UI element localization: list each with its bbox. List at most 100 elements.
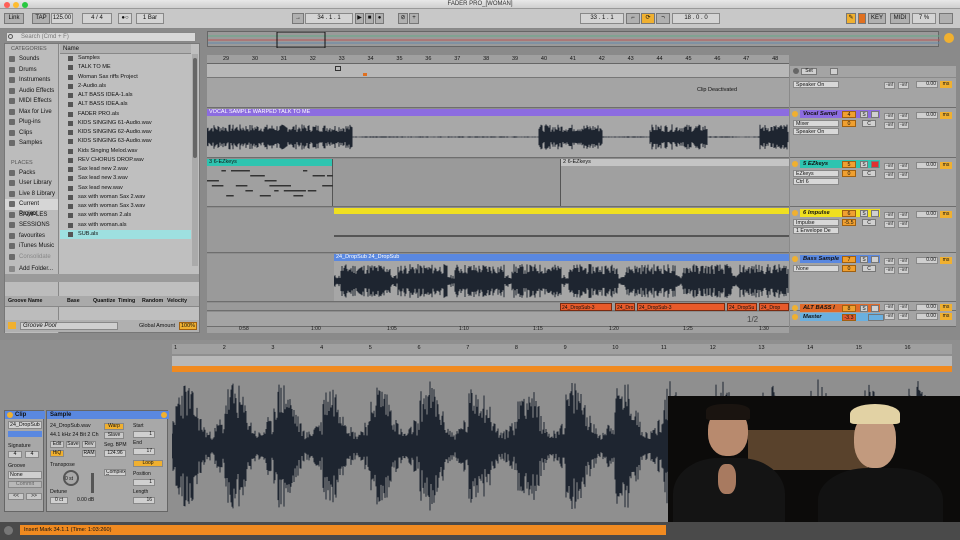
track-volume[interactable]: 0 — [842, 170, 856, 177]
track-volume[interactable]: 0 — [842, 265, 856, 272]
file-item[interactable]: sax with woman 2.als — [60, 211, 191, 220]
arrangement-overview[interactable] — [207, 31, 940, 48]
tempo-field[interactable]: 125.00 — [51, 13, 73, 24]
category-plug-ins[interactable]: Plug-ins — [5, 117, 58, 128]
edit-button[interactable]: Edit — [50, 441, 64, 448]
alt-bass-clip[interactable]: 24_Drop — [759, 303, 789, 311]
detune-field[interactable]: 0 ct — [50, 497, 68, 504]
delay-value[interactable]: 0.00 — [916, 81, 938, 88]
file-item[interactable]: Woman Sax riffs Project — [60, 73, 191, 82]
groove-col-header[interactable]: Timing — [118, 298, 135, 304]
song-position-field[interactable]: 34 . 1 . 1 — [305, 13, 353, 24]
arm-record-icon[interactable] — [871, 256, 879, 263]
track-name[interactable]: Bass Sample — [800, 255, 880, 263]
category-samples[interactable]: Samples — [5, 138, 58, 149]
ezkeys-clip-2[interactable]: 2 6-EZkeys — [560, 159, 789, 206]
arrangement-view[interactable]: Clip Deactivated VOCAL SAMPLE WARPED TAL… — [206, 78, 789, 327]
clip-activator-icon[interactable] — [7, 412, 13, 418]
solo-button[interactable]: S — [860, 256, 868, 263]
link-button[interactable]: Link — [4, 13, 24, 24]
file-item[interactable]: FADER PRO.als — [60, 110, 191, 119]
bass-clip[interactable]: 24_DropSub 24_DropSub — [333, 254, 789, 301]
gain-slider[interactable] — [91, 473, 94, 493]
loop-length-field[interactable]: 18 . 0 . 0 — [672, 13, 720, 24]
solo-button[interactable]: S — [860, 161, 868, 168]
track-activator-icon[interactable] — [792, 305, 798, 311]
track-volume[interactable]: -5.5 — [842, 219, 856, 226]
input-type-select[interactable]: Speaker On — [793, 81, 839, 88]
overview-toggle-icon[interactable] — [944, 33, 954, 43]
punch-in-icon[interactable]: ⌐ — [626, 13, 640, 24]
place-consolidate[interactable]: Consolidate — [5, 252, 58, 263]
input-channel-select[interactable]: Speaker On — [793, 128, 839, 135]
warp-mode-select[interactable]: Complex P — [104, 469, 126, 476]
groove-col-header[interactable]: Quantize — [93, 298, 115, 304]
category-drums[interactable]: Drums — [5, 65, 58, 76]
alt-bass-clip[interactable]: 24_Dro — [615, 303, 635, 311]
groove-col-header[interactable]: Base — [67, 298, 80, 304]
file-item[interactable]: 2-Audio.als — [60, 82, 191, 91]
sample-settings-icon[interactable] — [161, 412, 167, 418]
file-item[interactable]: SUB.als — [60, 229, 191, 239]
global-amount-value[interactable]: 100% — [179, 322, 197, 330]
draw-mode-icon[interactable]: ✎ — [846, 13, 856, 24]
hiq-button[interactable]: HiQ — [50, 450, 64, 457]
follow-icon[interactable]: → — [292, 13, 304, 24]
category-sounds[interactable]: Sounds — [5, 54, 58, 65]
track-name[interactable]: ALT BASS I — [800, 304, 880, 312]
delay-value[interactable]: 0.00 — [916, 162, 938, 169]
file-item[interactable]: ALT BASS IDEA.als — [60, 100, 191, 109]
place-current-project[interactable]: Current Project — [5, 199, 58, 217]
file-item[interactable]: sax with woman.als — [60, 221, 191, 230]
solo-button[interactable]: S — [860, 210, 868, 217]
place-samples[interactable]: SAMPLES — [5, 210, 58, 221]
set-button[interactable]: Set — [801, 68, 817, 75]
input-channel-select[interactable]: 1 Envelope De — [793, 227, 839, 234]
ezkeys-clip-1[interactable]: 3 6-EZkeys — [207, 159, 339, 206]
vocal-clip[interactable]: VOCAL SAMPLE WARPED TALK TO ME — [206, 109, 789, 157]
locator-lane[interactable] — [207, 64, 789, 78]
input-channel-select[interactable]: Ctrl 6 — [793, 178, 839, 185]
file-item[interactable]: REV CHORUS DROP.wav — [60, 156, 191, 165]
place-sessions[interactable]: SESSIONS — [5, 220, 58, 231]
clip-color-swatch[interactable] — [8, 431, 42, 437]
input-type-select[interactable]: EZkeys — [793, 170, 839, 177]
category-audio-effects[interactable]: Audio Effects — [5, 86, 58, 97]
place-itunes-music[interactable]: iTunes Music — [5, 241, 58, 252]
delay-value[interactable]: 0.00 — [916, 313, 938, 320]
loop-button[interactable]: Loop — [133, 460, 163, 467]
delay-value[interactable]: 0.00 — [916, 211, 938, 218]
file-item[interactable]: KIDS SINGING 63-Audio.wav — [60, 137, 191, 146]
delay-value[interactable]: 0.00 — [916, 304, 938, 311]
key-map-button[interactable]: KEY — [868, 13, 886, 24]
track-activator-icon[interactable] — [792, 111, 798, 117]
place-user-library[interactable]: User Library — [5, 178, 58, 189]
length-field[interactable]: 16 — [133, 497, 155, 504]
category-clips[interactable]: Clips — [5, 128, 58, 139]
lane-vocal-sample[interactable]: VOCAL SAMPLE WARPED TALK TO ME — [206, 109, 789, 158]
file-item[interactable]: sax with woman Sax 2.wav — [60, 193, 191, 202]
track-activator-icon[interactable] — [792, 161, 798, 167]
pan-center-label[interactable]: C — [862, 170, 876, 177]
stop-all-icon[interactable] — [793, 68, 799, 74]
nudge-back-icon[interactable]: << — [8, 493, 24, 500]
file-item[interactable]: sax with woman Sax 3.wav — [60, 202, 191, 211]
lane-impulse[interactable] — [207, 208, 789, 253]
crossfader-icon[interactable] — [830, 68, 838, 75]
alt-bass-clip[interactable]: 24_DropSu — [727, 303, 757, 311]
punch-out-icon[interactable]: ¬ — [656, 13, 670, 24]
sample-editor-ruler[interactable]: 1 2 3 4 5 6 7 8 9 10 11 12 13 14 15 16 — [172, 344, 952, 354]
seg-bpm-field[interactable]: 124.96 — [104, 450, 126, 457]
pan-center-label[interactable]: C — [862, 219, 876, 226]
beat-ruler[interactable]: 29 30 31 32 33 34 35 36 37 38 39 40 41 42 43 44 45 46 47 48 — [207, 55, 789, 64]
arm-record-icon[interactable] — [871, 111, 879, 118]
file-item[interactable]: Samples — [60, 54, 191, 63]
loop-start-field[interactable]: 33 . 1 . 1 — [580, 13, 624, 24]
overdub-icon[interactable]: + — [409, 13, 419, 24]
place-favourites[interactable]: favourites — [5, 231, 58, 242]
file-item[interactable]: ALT BASS IDEA-1.als — [60, 91, 191, 100]
pan-center-label[interactable]: C — [862, 265, 876, 272]
quantize-select[interactable]: 1 Bar — [136, 13, 164, 24]
delay-value[interactable]: 0.00 — [916, 257, 938, 264]
place-live-8-library[interactable]: Live 8 Library — [5, 189, 58, 200]
